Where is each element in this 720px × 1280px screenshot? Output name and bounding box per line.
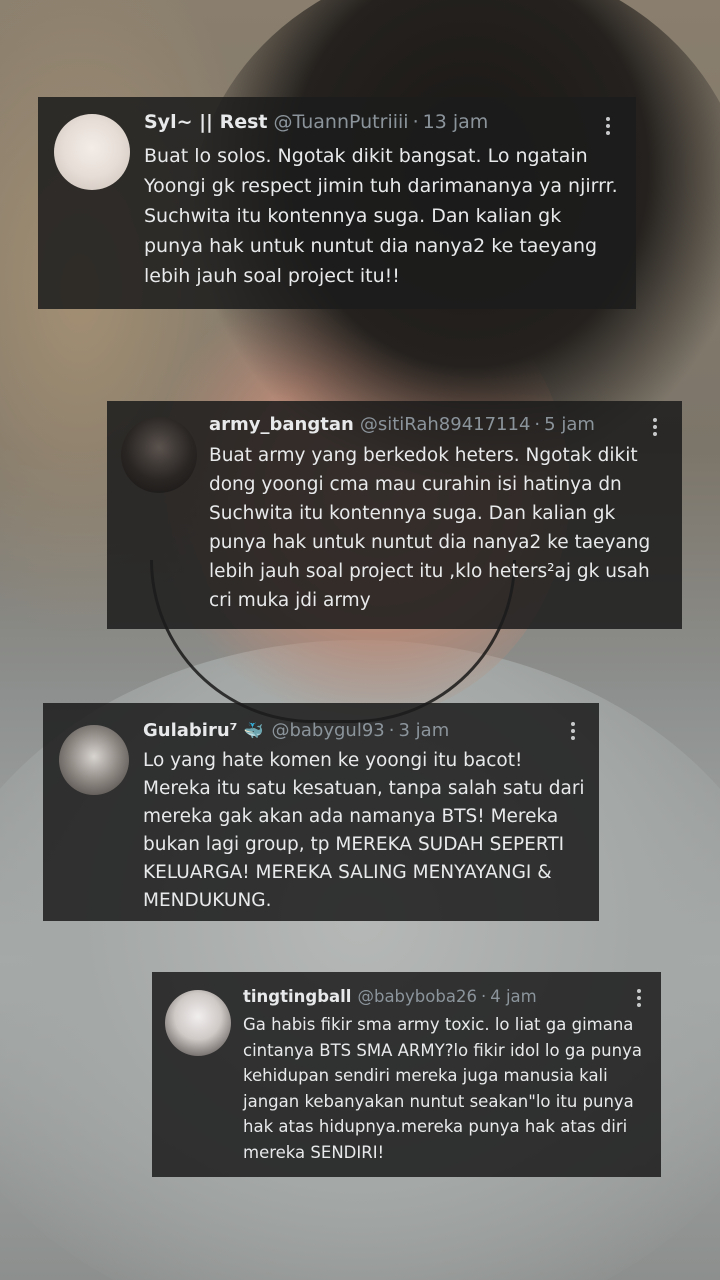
separator: · (388, 720, 395, 741)
tweet-card[interactable]: Syl~ || Rest @TuannPutriiii · 13 jam Bua… (38, 97, 636, 309)
user-handle[interactable]: @sitiRah89417114 (360, 414, 531, 435)
tweet-text: Ga habis fikir sma army toxic. lo liat g… (243, 1015, 642, 1162)
timestamp[interactable]: 4 jam (490, 987, 537, 1006)
timestamp[interactable]: 13 jam (423, 111, 489, 133)
more-vertical-icon[interactable] (637, 989, 641, 1007)
tweet-header: Syl~ || Rest @TuannPutriiii · 13 jam (144, 111, 488, 133)
avatar[interactable] (165, 990, 231, 1056)
display-name[interactable]: Gulabiru⁷ (143, 720, 238, 741)
tweet-header: Gulabiru⁷ 🐳 @babygul93 · 3 jam (143, 720, 449, 741)
timestamp[interactable]: 5 jam (544, 414, 595, 435)
tweet-text: Buat lo solos. Ngotak dikit bangsat. Lo … (144, 145, 618, 287)
user-handle[interactable]: @TuannPutriiii (274, 111, 409, 133)
whale-emoji-icon: 🐳 (243, 721, 264, 740)
tweet-card[interactable]: Gulabiru⁷ 🐳 @babygul93 · 3 jam Lo yang h… (43, 703, 599, 921)
tweet-text: Lo yang hate komen ke yoongi itu bacot! … (143, 750, 585, 911)
more-vertical-icon[interactable] (571, 722, 575, 740)
display-name[interactable]: tingtingball (243, 987, 351, 1006)
more-vertical-icon[interactable] (653, 418, 657, 436)
more-vertical-icon[interactable] (606, 117, 610, 135)
tweet-header: tingtingball @babyboba26 · 4 jam (243, 987, 537, 1006)
tweet-text: Buat army yang berkedok heters. Ngotak d… (209, 445, 651, 611)
avatar[interactable] (59, 725, 129, 795)
display-name[interactable]: army_bangtan (209, 414, 354, 435)
separator: · (534, 414, 541, 435)
tweet-header: army_bangtan @sitiRah89417114 · 5 jam (209, 414, 595, 435)
display-name[interactable]: Syl~ || Rest (144, 111, 268, 133)
user-handle[interactable]: @babygul93 (271, 720, 384, 741)
separator: · (412, 111, 419, 133)
tweet-card[interactable]: tingtingball @babyboba26 · 4 jam Ga habi… (152, 972, 661, 1177)
avatar[interactable] (54, 114, 130, 190)
user-handle[interactable]: @babyboba26 (357, 987, 476, 1006)
separator: · (480, 987, 487, 1006)
avatar[interactable] (121, 417, 197, 493)
tweet-card[interactable]: army_bangtan @sitiRah89417114 · 5 jam Bu… (107, 401, 682, 629)
timestamp[interactable]: 3 jam (398, 720, 449, 741)
